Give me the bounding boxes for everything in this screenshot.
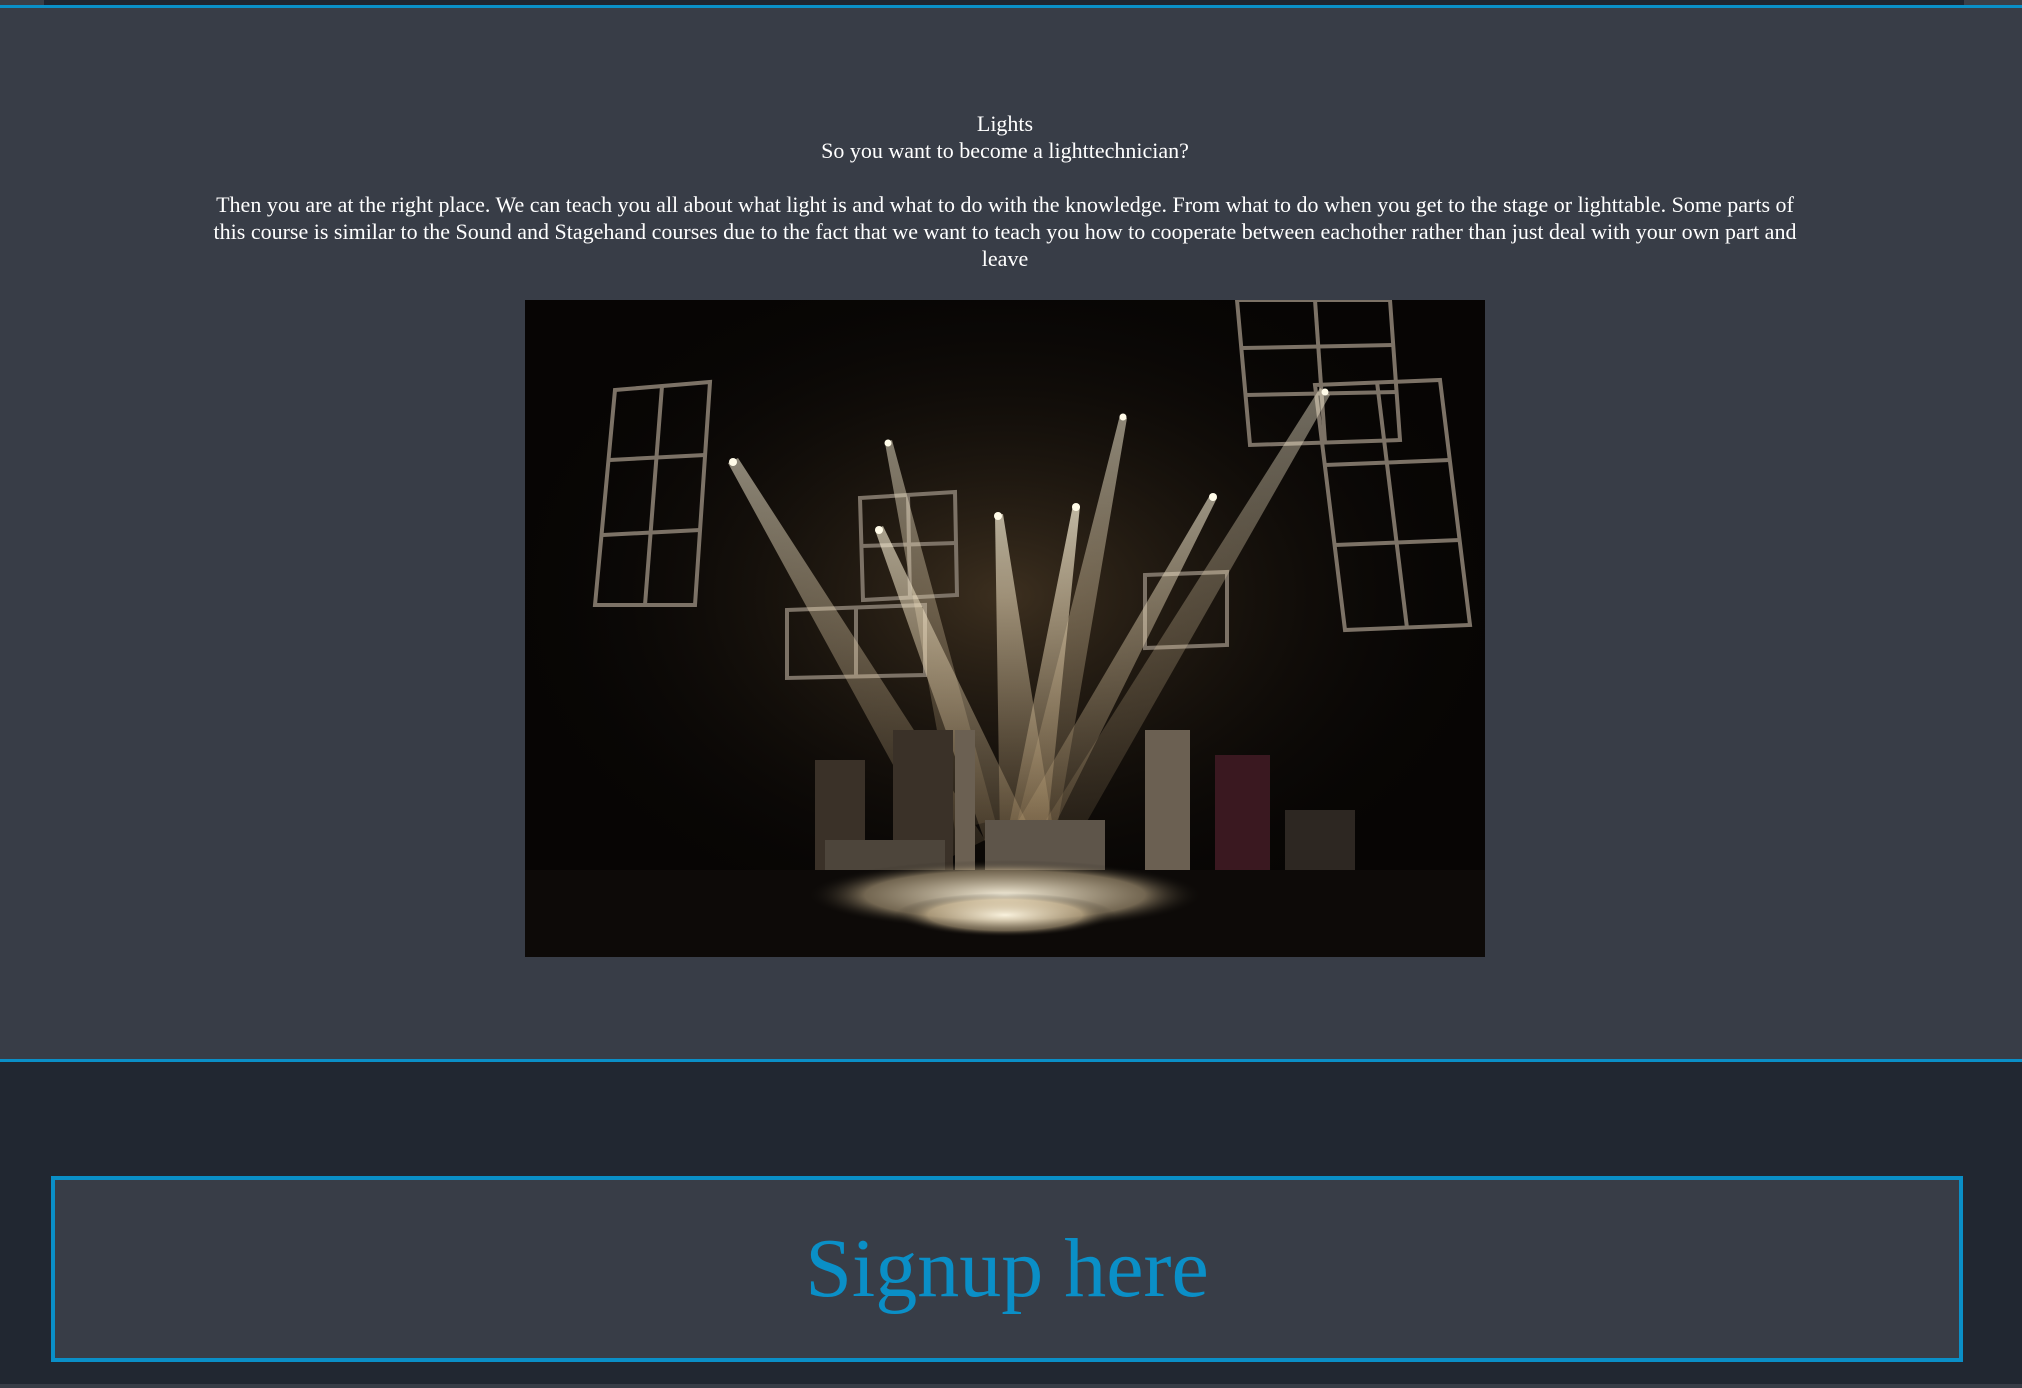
page-bottom-edge (0, 1384, 2022, 1388)
course-description: Lights So you want to become a lighttech… (200, 110, 1810, 272)
signup-label: Signup here (805, 1222, 1209, 1315)
section-subtitle: So you want to become a lighttechnician? (821, 138, 1189, 163)
stage-lights-image (525, 300, 1485, 957)
section-title: Lights (976, 111, 1034, 136)
signup-button[interactable]: Signup here (51, 1176, 1963, 1362)
stage-lights-illustration (525, 300, 1485, 957)
section-body: Then you are at the right place. We can … (213, 192, 1797, 271)
top-border (0, 0, 2022, 8)
